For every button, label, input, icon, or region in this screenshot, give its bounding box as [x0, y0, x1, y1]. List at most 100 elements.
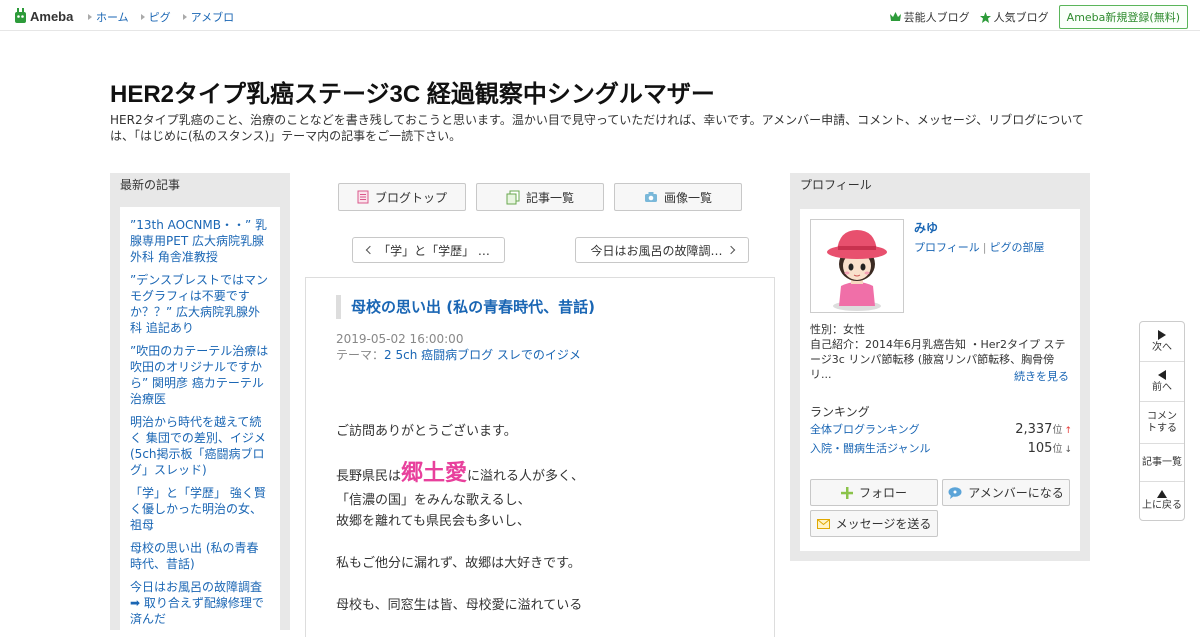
- nav-pigg[interactable]: ピグ: [140, 9, 171, 25]
- pigg-avatar-image: [811, 220, 903, 312]
- rank-number: 105: [1027, 441, 1053, 456]
- celebrity-blog-link[interactable]: 芸能人ブログ: [889, 9, 970, 25]
- read-more-link[interactable]: 続きを見る: [1014, 368, 1069, 384]
- next-post-label: 今日はお風呂の故障調…: [590, 243, 723, 258]
- popular-blog-label: 人気ブログ: [993, 11, 1049, 24]
- recent-posts-list: ”13th AOCNMB・・” 乳腺専用PET 広大病院乳腺外科 角舎准教授 ”…: [130, 217, 270, 627]
- amember-label: アメンバーになる: [968, 486, 1064, 500]
- nav-home-label: ホーム: [96, 11, 129, 24]
- global-header: Ameba ホーム ピグ アメブロ 芸能人ブログ 人気ブログ Ameba新規登録…: [0, 0, 1200, 31]
- float-prev-button[interactable]: 前へ: [1140, 362, 1184, 402]
- article-paragraph: 母校も、同窓生は皆、母校愛に溢れている: [336, 598, 583, 613]
- float-prev-label: 前へ: [1152, 381, 1172, 393]
- ranking-row: 入院・闘病生活ジャンル 105位 ↓: [810, 440, 1072, 456]
- avatar[interactable]: [810, 219, 904, 313]
- document-icon: [357, 190, 369, 204]
- ranking-value: 2,337位 ↑: [1015, 421, 1072, 437]
- blog-top-label: ブログトップ: [374, 190, 447, 205]
- blog-description: HER2タイプ乳癌のこと、治療のことなどを書き残しておこうと思います。温かい目で…: [110, 113, 1084, 143]
- image-list-button[interactable]: 画像一覧: [614, 183, 742, 211]
- profile-name[interactable]: みゆ: [914, 219, 938, 236]
- recent-posts-body: ”13th AOCNMB・・” 乳腺専用PET 広大病院乳腺外科 角舎准教授 ”…: [120, 207, 280, 630]
- article-theme-link[interactable]: 2 5ch 癌闘病ブログ スレでのイジメ: [384, 348, 581, 362]
- amember-button[interactable]: アメンバーになる: [942, 479, 1070, 506]
- article-paragraph: 「信濃の国」をみんな歌えるし、: [336, 493, 531, 508]
- nav-ameblo[interactable]: アメブロ: [182, 9, 234, 25]
- arrow-up-icon: ↑: [1064, 426, 1072, 436]
- float-next-button[interactable]: 次へ: [1140, 322, 1184, 362]
- floating-nav: 次へ 前へ コメントする 記事一覧 上に戻る: [1139, 321, 1185, 521]
- plus-icon: [840, 486, 853, 499]
- recent-post-link[interactable]: 母校の思い出 (私の青春時代、昔話): [130, 541, 259, 571]
- post-list-label: 記事一覧: [525, 190, 574, 205]
- article-date: 2019-05-02 16:00:00: [336, 332, 464, 346]
- float-list-button[interactable]: 記事一覧: [1140, 444, 1184, 482]
- next-post-button[interactable]: 今日はお風呂の故障調…: [575, 237, 749, 263]
- pigg-room-link[interactable]: ピグの部屋: [990, 241, 1045, 254]
- ameba-logo-text: Ameba: [30, 8, 74, 24]
- recent-posts-heading: 最新の記事: [120, 178, 181, 192]
- crown-icon: [889, 12, 901, 21]
- recent-post-link[interactable]: ”13th AOCNMB・・” 乳腺専用PET 広大病院乳腺外科 角舎准教授: [130, 218, 267, 264]
- follow-button[interactable]: フォロー: [810, 479, 938, 506]
- signup-button[interactable]: Ameba新規登録(無料): [1058, 5, 1188, 29]
- recent-post-link[interactable]: 今日はお風呂の故障調査 ➡ 取り合えず配線修理で済んだ: [130, 580, 264, 626]
- article-body: ご訪問ありがとうございます。 長野県民は郷土愛に溢れる人が多く、 「信濃の国」を…: [336, 421, 756, 616]
- article-title[interactable]: 母校の思い出 (私の青春時代、昔話): [336, 295, 595, 319]
- profile-link[interactable]: プロフィール: [914, 241, 980, 254]
- triangle-left-icon: [1158, 369, 1166, 380]
- float-next-label: 次へ: [1152, 341, 1172, 353]
- send-message-button[interactable]: メッセージを送る: [810, 510, 938, 537]
- follow-label: フォロー: [858, 486, 907, 500]
- triangle-right-icon: [1158, 329, 1166, 340]
- nav-pigg-label: ピグ: [148, 11, 171, 24]
- recent-post-link[interactable]: ”デンスブレストではマンモグラフィは不要ですか？？” 広大病院乳腺外科 追記あり: [130, 273, 268, 335]
- profile-body: みゆ プロフィール | ピグの部屋 性別：女性 自己紹介：2014年6月乳癌告知 ・…: [800, 209, 1080, 551]
- send-message-label: メッセージを送る: [835, 517, 932, 531]
- float-top-label: 上に戻る: [1142, 500, 1182, 511]
- popular-blog-link[interactable]: 人気ブログ: [979, 9, 1049, 25]
- triangle-up-icon: [1157, 490, 1167, 498]
- recent-post-link[interactable]: 「学」と「学歴」 強く賢く優しかった明治の女、祖母: [130, 486, 266, 532]
- float-comment-button[interactable]: コメントする: [1140, 402, 1184, 444]
- envelope-icon: [816, 518, 830, 529]
- blog-top-button[interactable]: ブログトップ: [338, 183, 466, 211]
- list-item: 母校の思い出 (私の青春時代、昔話): [130, 540, 270, 572]
- blog-title[interactable]: HER2タイプ乳癌ステージ3C 経過観察中シングルマザー: [110, 74, 715, 109]
- recent-post-link[interactable]: 明治から時代を越えて続く 集団での差別、イジメ (5ch掲示板「癌闘病ブログ」ス…: [130, 415, 266, 477]
- profile-panel: プロフィール みゆ プロフィール | ピグの部屋 性別：女性 自己紹介：2014…: [790, 173, 1090, 561]
- post-list-button[interactable]: 記事一覧: [476, 183, 604, 211]
- rank-unit: 位: [1052, 444, 1063, 455]
- list-item: 明治から時代を越えて続く 集団での差別、イジメ (5ch掲示板「癌闘病ブログ」ス…: [130, 414, 270, 478]
- copy-icon: [506, 190, 520, 204]
- image-list-label: 画像一覧: [663, 190, 712, 205]
- rank-number: 2,337: [1015, 422, 1053, 437]
- ranking-label[interactable]: 全体ブログランキング: [810, 421, 920, 437]
- list-item: ”吹田のカテーテル治療は吹田のオリジナルですから” 関明彦 癌カテーテル治療医: [130, 343, 270, 407]
- celebrity-blog-label: 芸能人ブログ: [903, 11, 970, 24]
- article-meta: 2019-05-02 16:00:00 テーマ：2 5ch 癌闘病ブログ スレで…: [336, 331, 581, 363]
- profile-heading: プロフィール: [800, 178, 872, 192]
- recent-post-link[interactable]: ”吹田のカテーテル治療は吹田のオリジナルですから” 関明彦 癌カテーテル治療医: [130, 344, 268, 406]
- emphasized-text: 郷土愛: [401, 461, 468, 486]
- prev-post-button[interactable]: 「学」と「学歴」 …: [352, 237, 505, 263]
- ranking-heading: ランキング: [810, 405, 870, 419]
- article-paragraph: ご訪問ありがとうございます。: [336, 424, 517, 439]
- float-top-button[interactable]: 上に戻る: [1140, 482, 1184, 520]
- float-list-label: 記事一覧: [1142, 456, 1182, 468]
- ameba-logo[interactable]: Ameba: [14, 7, 73, 25]
- article-paragraph: 長野県民は郷土愛に溢れる人が多く、: [336, 461, 756, 490]
- chevron-left-icon: [365, 245, 375, 255]
- theme-label: テーマ：: [336, 348, 385, 362]
- article-text: に溢れる人が多く、: [467, 469, 585, 484]
- ranking-label[interactable]: 入院・闘病生活ジャンル: [810, 440, 930, 456]
- article-text: 長野県民は: [336, 469, 402, 484]
- article: 母校の思い出 (私の青春時代、昔話) 2019-05-02 16:00:00 テ…: [305, 277, 775, 637]
- prev-post-label: 「学」と「学歴」 …: [378, 243, 490, 258]
- ranking-row: 全体ブログランキング 2,337位 ↑: [810, 421, 1072, 437]
- article-paragraph: 故郷を離れても県民会も多いし、: [336, 514, 530, 529]
- rank-unit: 位: [1052, 425, 1063, 436]
- nav-home[interactable]: ホーム: [88, 9, 129, 25]
